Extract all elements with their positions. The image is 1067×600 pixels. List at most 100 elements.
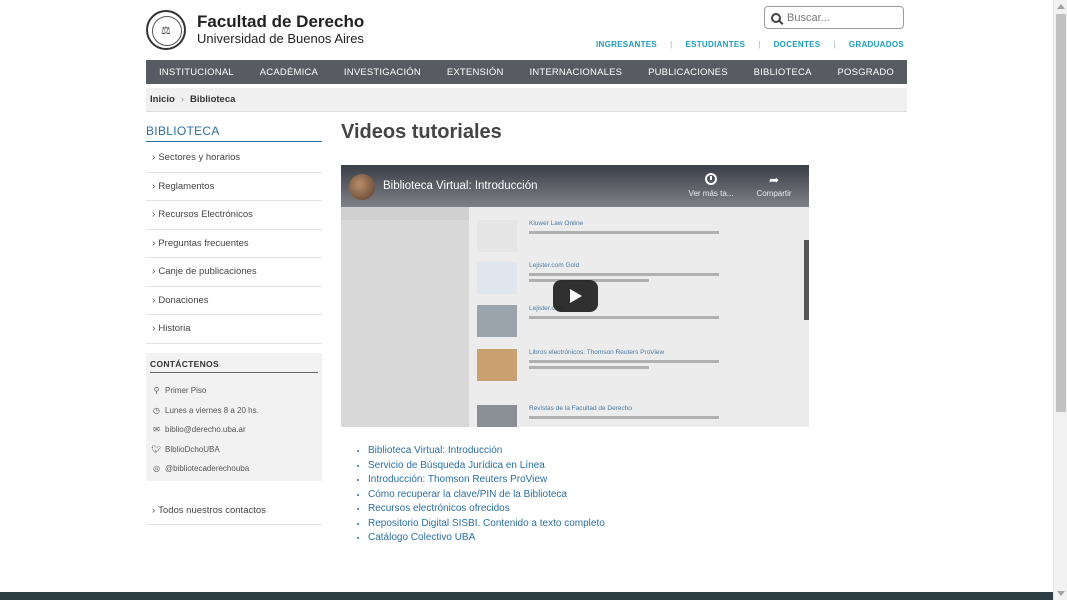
contact-email[interactable]: ✉ biblio@derecho.uba.ar — [150, 420, 318, 440]
all-contacts-label: Todos nuestros contactos — [158, 505, 266, 516]
breadcrumb: Inicio › Biblioteca — [146, 88, 907, 112]
video-frame-thumb — [477, 305, 517, 337]
sidebar-item-label: Historia — [158, 323, 191, 335]
contact-twitter[interactable]: 🐦︎ BiblioDchoUBA — [150, 440, 318, 460]
tutorial-link[interactable]: Introducción: Thomson Reuters ProView — [368, 474, 547, 485]
contact-email-text[interactable]: biblio@derecho.uba.ar — [165, 425, 246, 434]
video-frame-thumb — [477, 262, 517, 294]
video-frame-thumb — [477, 220, 517, 252]
tutorial-link[interactable]: Recursos electrónicos ofrecidos — [368, 503, 510, 514]
chevron-right-icon: › — [152, 266, 156, 278]
video-frame-line — [529, 416, 719, 419]
video-frame-scrollbar — [804, 240, 809, 320]
sidebar-item-canje[interactable]: › Canje de publicaciones — [146, 258, 322, 287]
twitter-icon: 🐦︎ — [151, 444, 162, 454]
video-frame-row-title: Revistas de la Facultad de Derecho — [529, 405, 632, 412]
sidebar-item-recursos[interactable]: › Recursos Electrónicos — [146, 201, 322, 230]
sidebar-item-reglamentos[interactable]: › Reglamentos — [146, 173, 322, 201]
sidebar-item-label: Reglamentos — [158, 180, 215, 192]
list-item: Repositorio Digital SISBI. Contenido a t… — [368, 517, 605, 532]
video-frame-line — [529, 231, 719, 234]
watch-later-label: Ver más ta... — [688, 189, 734, 198]
sidebar-title: BIBLIOTECA — [146, 124, 322, 142]
scroll-down-arrow-icon[interactable] — [1057, 591, 1065, 596]
quick-link-graduados[interactable]: GRADUADOS — [849, 40, 904, 49]
video-frame-row-title: Libros electrónicos: Thomson Reuters Pro… — [529, 349, 665, 356]
sidebar-item-label: Canje de publicaciones — [158, 266, 257, 278]
list-item: Biblioteca Virtual: Introducción — [368, 444, 605, 459]
video-frame-row-title: Kluwer Law Online — [529, 220, 584, 227]
quick-link-estudiantes[interactable]: ESTUDIANTES — [685, 40, 745, 49]
sidebar-item-historia[interactable]: › Historia — [146, 315, 322, 344]
chevron-right-icon: › — [152, 209, 156, 221]
separator: | — [833, 40, 836, 49]
contact-location-text: Primer Piso — [165, 386, 207, 396]
contact-instagram[interactable]: ◎ @bibliotecaderechouba — [150, 459, 318, 479]
map-marker-icon: ⚲ — [153, 386, 160, 396]
sidebar-item-label: Sectores y horarios — [158, 152, 241, 164]
faculty-seal-logo[interactable]: ⚖ — [146, 10, 186, 50]
contact-hours: ◷ Lunes a viernes 8 a 20 hs. — [150, 401, 318, 421]
video-frame-row-title: Lejister.com Gold — [529, 262, 580, 269]
sidebar-item-preguntas[interactable]: › Preguntas frecuentes — [146, 230, 322, 258]
quick-links: INGRESANTES | ESTUDIANTES | DOCENTES | G… — [596, 40, 904, 49]
chevron-right-icon: › — [152, 180, 156, 192]
breadcrumb-home[interactable]: Inicio — [150, 94, 175, 105]
chevron-right-icon: › — [152, 294, 156, 306]
chevron-right-icon: › — [152, 323, 156, 335]
nav-item-academica[interactable]: ACADÉMICA — [260, 67, 318, 78]
search-input[interactable] — [787, 11, 897, 24]
nav-item-institucional[interactable]: INSTITUCIONAL — [159, 67, 234, 78]
video-frame-thumb — [477, 349, 517, 381]
nav-item-internacionales[interactable]: INTERNACIONALES — [529, 67, 622, 78]
sidebar-item-sectores[interactable]: › Sectores y horarios — [146, 144, 322, 173]
tutorial-link[interactable]: Repositorio Digital SISBI. Contenido a t… — [368, 518, 605, 529]
chevron-right-icon: › — [152, 237, 156, 249]
tutorial-link[interactable]: Servicio de Búsqueda Jurídica en Línea — [368, 460, 545, 471]
list-item: Cómo recuperar la clave/PIN de la Biblio… — [368, 488, 605, 503]
play-button[interactable] — [553, 280, 598, 312]
video-frame-line — [529, 366, 649, 369]
site-title[interactable]: Facultad de Derecho — [197, 12, 364, 32]
nav-item-biblioteca[interactable]: BIBLIOTECA — [754, 67, 812, 78]
contact-instagram-text[interactable]: @bibliotecaderechouba — [165, 464, 249, 473]
tutorial-links: Biblioteca Virtual: Introducción Servici… — [357, 444, 605, 546]
video-title[interactable]: Biblioteca Virtual: Introducción — [383, 180, 538, 192]
video-frame-thumb — [477, 405, 517, 427]
chevron-right-icon: › — [152, 152, 156, 164]
nav-item-posgrado[interactable]: POSGRADO — [838, 67, 895, 78]
quick-link-docentes[interactable]: DOCENTES — [774, 40, 821, 49]
scroll-up-arrow-icon[interactable] — [1057, 4, 1065, 9]
list-item: Catálogo Colectivo UBA — [368, 531, 605, 546]
contact-box: CONTÁCTENOS ⚲ Primer Piso ◷ Lunes a vierne… — [146, 353, 322, 481]
sidebar-item-donaciones[interactable]: › Donaciones — [146, 287, 322, 315]
nav-item-extension[interactable]: EXTENSIÓN — [447, 67, 504, 78]
tutorial-link[interactable]: Cómo recuperar la clave/PIN de la Biblio… — [368, 489, 567, 500]
tutorial-link[interactable]: Catálogo Colectivo UBA — [368, 532, 475, 543]
instagram-icon: ◎ — [153, 464, 160, 474]
contact-twitter-text[interactable]: BiblioDchoUBA — [165, 445, 220, 454]
tutorial-link[interactable]: Biblioteca Virtual: Introducción — [368, 445, 502, 456]
watch-later-button[interactable]: Ver más ta... — [686, 173, 736, 198]
sidebar-item-label: Recursos Electrónicos — [158, 209, 253, 221]
nav-item-investigacion[interactable]: INVESTIGACIÓN — [344, 67, 421, 78]
list-item: Recursos electrónicos ofrecidos — [368, 502, 605, 517]
channel-avatar[interactable] — [349, 174, 375, 200]
sidebar-menu: › Sectores y horarios › Reglamentos › Recur… — [146, 144, 322, 344]
scrollbar-thumb[interactable] — [1056, 14, 1066, 412]
sidebar-item-label: Preguntas frecuentes — [158, 237, 249, 249]
chevron-right-icon: › — [180, 94, 184, 105]
quick-link-ingresantes[interactable]: INGRESANTES — [596, 40, 657, 49]
video-player[interactable]: Kluwer Law Online Lejister.com Gold Leji… — [341, 165, 809, 427]
breadcrumb-current[interactable]: Biblioteca — [190, 94, 235, 105]
page-scrollbar[interactable] — [1053, 0, 1067, 600]
search-box[interactable] — [764, 6, 904, 29]
nav-item-publicaciones[interactable]: PUBLICACIONES — [648, 67, 728, 78]
envelope-icon: ✉ — [153, 425, 160, 435]
share-label: Compartir — [756, 189, 792, 198]
separator: | — [758, 40, 761, 49]
separator: | — [670, 40, 673, 49]
video-frame-line — [529, 273, 719, 276]
all-contacts-link[interactable]: › Todos nuestros contactos — [146, 497, 322, 525]
share-button[interactable]: ➦ Compartir — [749, 173, 799, 198]
